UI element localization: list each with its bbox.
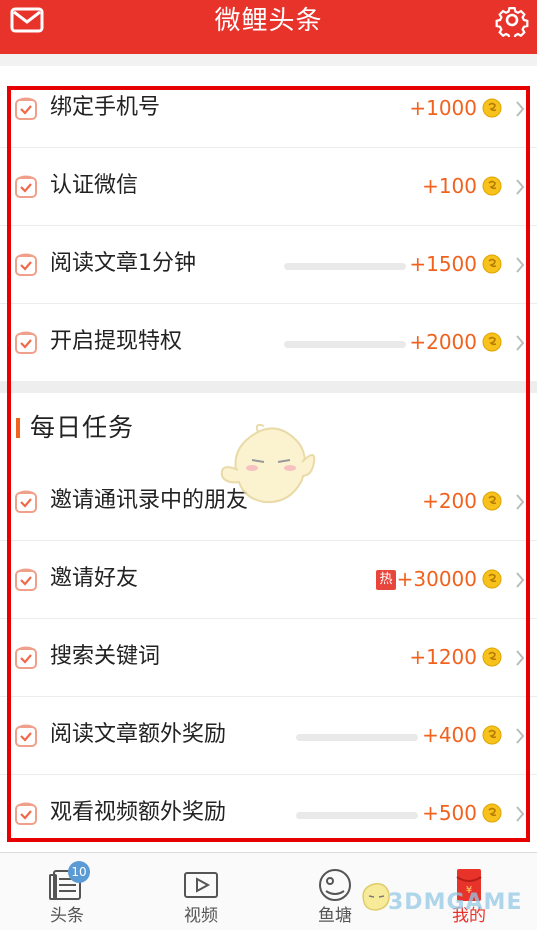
hot-badge: 热: [376, 570, 396, 590]
chevron-right-icon: [516, 257, 525, 273]
coin-icon: [482, 803, 502, 823]
tab-video[interactable]: 视频: [134, 853, 268, 930]
coin-icon: [482, 254, 502, 274]
chevron-right-icon: [516, 728, 525, 744]
task-reward: +1500: [409, 252, 477, 276]
tab-label: 头条: [50, 906, 84, 926]
section-divider: [0, 381, 537, 393]
task-label: 开启提现特权: [50, 329, 183, 354]
progress-bar: [284, 263, 406, 270]
task-reward: +200: [422, 489, 477, 513]
task-row-search-keyword[interactable]: 搜索关键词 +1200: [0, 619, 537, 697]
top-bar: 微鲤头条: [0, 0, 537, 54]
chevron-right-icon: [516, 179, 525, 195]
progress-bar: [296, 734, 418, 741]
coin-icon: [482, 332, 502, 352]
app-title: 微鲤头条: [214, 6, 323, 36]
task-check-icon: [15, 646, 37, 669]
task-reward: +1000: [409, 96, 477, 120]
coin-icon: [482, 98, 502, 118]
task-label: 搜索关键词: [50, 644, 161, 669]
progress-bar: [296, 812, 418, 819]
progress-bar: [284, 341, 406, 348]
mascot-watermark-icon: [220, 423, 316, 504]
task-reward: +500: [422, 801, 477, 825]
tab-label: 视频: [184, 906, 218, 926]
settings-gear-icon[interactable]: [495, 3, 529, 37]
top-spacer: [0, 54, 537, 66]
watermark-text: 3DMGAME: [388, 890, 523, 915]
section-accent-bar: [16, 418, 20, 438]
chevron-right-icon: [516, 494, 525, 510]
chevron-right-icon: [516, 335, 525, 351]
coin-icon: [482, 176, 502, 196]
task-row-read-bonus[interactable]: 阅读文章额外奖励 +400: [0, 697, 537, 775]
task-check-icon: [15, 724, 37, 747]
task-label: 阅读文章额外奖励: [50, 722, 227, 747]
chevron-right-icon: [516, 101, 525, 117]
chevron-right-icon: [516, 572, 525, 588]
task-check-icon: [15, 490, 37, 513]
chevron-right-icon: [516, 806, 525, 822]
task-label: 邀请好友: [50, 566, 139, 591]
coin-icon: [482, 491, 502, 511]
task-reward: +1200: [409, 645, 477, 669]
fish-pond-icon: [319, 869, 351, 901]
tab-headlines[interactable]: 10 头条: [0, 853, 134, 930]
chevron-right-icon: [516, 650, 525, 666]
task-reward: +400: [422, 723, 477, 747]
section-title: 每日任务: [30, 413, 135, 442]
task-row-withdraw-privilege[interactable]: 开启提现特权 +2000: [0, 304, 537, 382]
task-row-bind-phone[interactable]: 绑定手机号 +1000: [0, 70, 537, 148]
task-label: 绑定手机号: [50, 95, 161, 120]
coin-icon: [482, 725, 502, 745]
task-label: 阅读文章1分钟: [50, 251, 196, 276]
task-reward: +30000: [396, 567, 477, 591]
task-row-read-article[interactable]: 阅读文章1分钟 +1500: [0, 226, 537, 304]
task-check-icon: [15, 175, 37, 198]
task-row-invite-friends[interactable]: 邀请好友 热 +30000: [0, 541, 537, 619]
task-row-verify-wechat[interactable]: 认证微信 +100: [0, 148, 537, 226]
task-check-icon: [15, 331, 37, 354]
task-check-icon: [15, 253, 37, 276]
task-check-icon: [15, 97, 37, 120]
task-reward: +2000: [409, 330, 477, 354]
task-check-icon: [15, 802, 37, 825]
task-check-icon: [15, 568, 37, 591]
notification-badge: 10: [68, 861, 90, 883]
task-label: 观看视频额外奖励: [50, 800, 227, 825]
coin-icon: [482, 569, 502, 589]
task-label: 认证微信: [50, 173, 139, 198]
video-icon: [184, 872, 218, 898]
task-row-video-bonus[interactable]: 观看视频额外奖励 +500: [0, 775, 537, 853]
task-reward: +100: [422, 174, 477, 198]
coin-icon: [482, 647, 502, 667]
